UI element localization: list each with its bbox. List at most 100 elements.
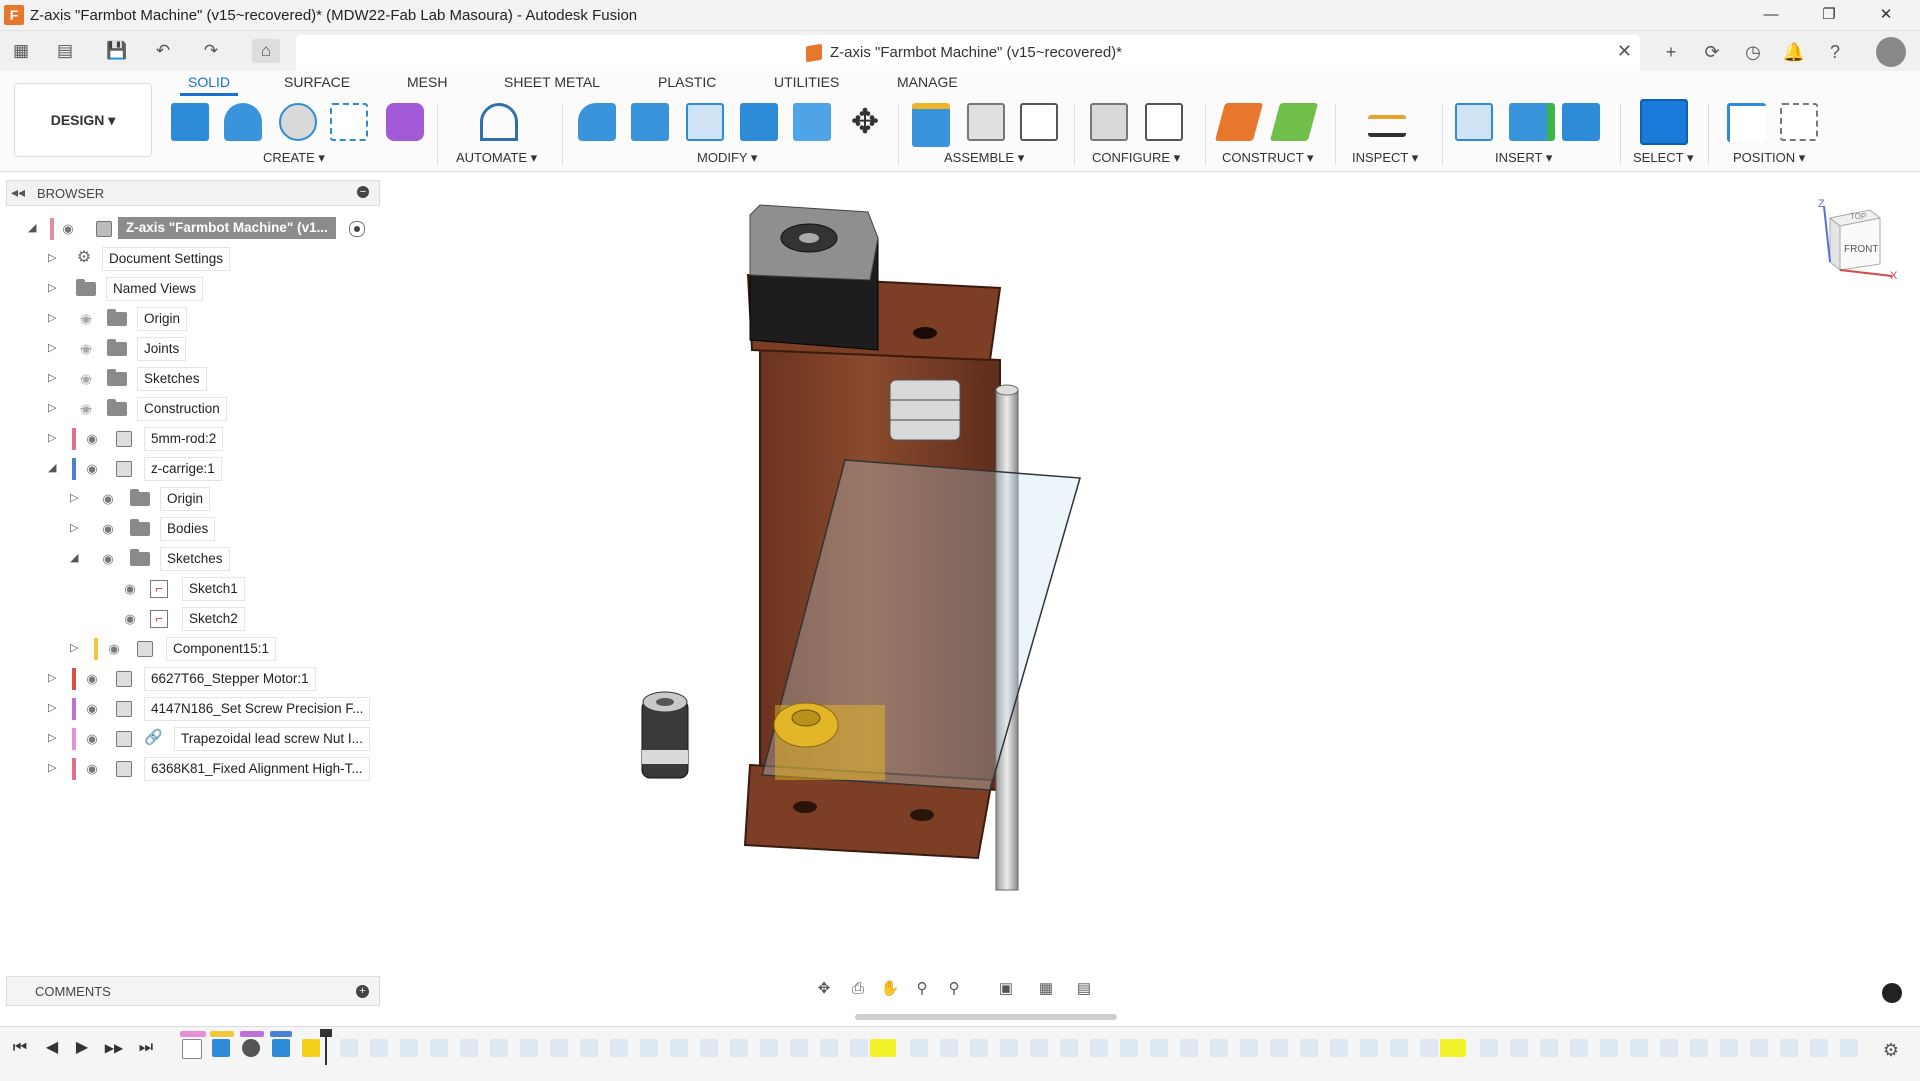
- hidden-eye-icon[interactable]: ◉: [76, 310, 96, 328]
- close-tab-icon[interactable]: ✕: [1617, 41, 1632, 62]
- press-pull-icon[interactable]: [631, 103, 669, 141]
- timeline-extrude-icon[interactable]: [272, 1039, 290, 1057]
- timeline-feature-icon[interactable]: [1330, 1039, 1348, 1057]
- expanded-caret-icon[interactable]: ◢: [48, 461, 56, 474]
- document-tab[interactable]: Z-axis "Farmbot Machine" (v15~recovered)…: [296, 35, 1640, 71]
- tree-item[interactable]: ▷ ◉ 4147N186_Set Screw Precision F...: [0, 696, 380, 722]
- shell-icon[interactable]: [686, 103, 724, 141]
- notifications-icon[interactable]: 🔔: [1781, 39, 1807, 65]
- tree-item[interactable]: ◢ ◉ Sketches: [0, 546, 380, 572]
- visibility-eye-icon[interactable]: ◉: [82, 670, 102, 688]
- timeline-extrude-icon[interactable]: [212, 1039, 230, 1057]
- grid-settings-icon[interactable]: ▦: [1034, 978, 1058, 1000]
- timeline-previous-button[interactable]: ◀: [40, 1037, 64, 1059]
- timeline-feature-icon[interactable]: [1480, 1039, 1498, 1057]
- timeline-end-button[interactable]: ⏭: [134, 1037, 158, 1059]
- timeline-feature-icon[interactable]: [1600, 1039, 1618, 1057]
- group-modify[interactable]: MODIFY ▾: [697, 150, 757, 166]
- zoom-window-icon[interactable]: ⚲: [942, 978, 966, 1000]
- collapsed-caret-icon[interactable]: ▷: [48, 341, 56, 354]
- insert-derive-icon[interactable]: [1455, 103, 1493, 141]
- timeline-feature-icon[interactable]: [460, 1039, 478, 1057]
- timeline-feature-icon[interactable]: [1570, 1039, 1588, 1057]
- timeline-feature-icon[interactable]: [340, 1039, 358, 1057]
- measure-icon[interactable]: [1368, 115, 1406, 137]
- timeline-marker[interactable]: [320, 1029, 332, 1065]
- shaft-coupler[interactable]: [889, 379, 961, 441]
- timeline-feature-icon[interactable]: [1240, 1039, 1258, 1057]
- activate-radio-icon[interactable]: [349, 221, 365, 237]
- undo-icon[interactable]: ↶: [146, 39, 180, 63]
- timeline-feature-icon[interactable]: [1000, 1039, 1018, 1057]
- tree-item[interactable]: ▷ ◉ 5mm-rod:2: [0, 426, 380, 452]
- group-configure[interactable]: CONFIGURE ▾: [1092, 150, 1180, 166]
- create-sketch-extrude-icon[interactable]: [171, 103, 209, 141]
- visibility-eye-icon[interactable]: ◉: [120, 610, 140, 628]
- timeline-feature-icon[interactable]: [1030, 1039, 1048, 1057]
- save-icon[interactable]: 💾: [104, 39, 130, 63]
- timeline-scrollbar[interactable]: [855, 1014, 1117, 1020]
- timeline-feature-icon[interactable]: [1360, 1039, 1378, 1057]
- tab-solid[interactable]: SOLID: [179, 74, 239, 96]
- timeline-highlighted-feature-icon[interactable]: [870, 1039, 896, 1057]
- new-component-icon[interactable]: [912, 103, 950, 147]
- timeline-feature-icon[interactable]: [430, 1039, 448, 1057]
- orbit-icon[interactable]: ✥: [812, 978, 836, 1000]
- collapsed-caret-icon[interactable]: ▷: [70, 641, 78, 654]
- close-window-button[interactable]: ✕: [1862, 2, 1910, 28]
- tree-item[interactable]: ▷ ◉ Sketches: [0, 366, 380, 392]
- tab-sheet-metal[interactable]: SHEET METAL: [504, 74, 600, 90]
- group-inspect[interactable]: INSPECT ▾: [1352, 150, 1418, 166]
- timeline-start-button[interactable]: ⏮: [8, 1037, 32, 1059]
- timeline-feature-icon[interactable]: [640, 1039, 658, 1057]
- tree-item[interactable]: ▷ ◉ 6627T66_Stepper Motor:1: [0, 666, 380, 692]
- tree-item[interactable]: ▷ ◉ Origin: [0, 486, 380, 512]
- visibility-eye-icon[interactable]: ◉: [82, 730, 102, 748]
- tree-item[interactable]: ▷ Named Views: [0, 276, 380, 302]
- timeline-feature-icon[interactable]: [1060, 1039, 1078, 1057]
- timeline-feature-icon[interactable]: [1840, 1039, 1858, 1057]
- timeline-feature-icon[interactable]: [760, 1039, 778, 1057]
- tab-mesh[interactable]: MESH: [407, 74, 447, 90]
- visibility-eye-icon[interactable]: ◉: [82, 760, 102, 778]
- timeline-feature-icon[interactable]: [730, 1039, 748, 1057]
- collapsed-caret-icon[interactable]: ▷: [48, 731, 56, 744]
- timeline-active-feature-icon[interactable]: [302, 1039, 320, 1057]
- midplane-icon[interactable]: [1269, 103, 1319, 141]
- timeline-feature-icon[interactable]: [1210, 1039, 1228, 1057]
- comments-panel[interactable]: COMMENTS +: [6, 976, 380, 1006]
- timeline-feature-icon[interactable]: [520, 1039, 538, 1057]
- timeline-feature-icon[interactable]: [1720, 1039, 1738, 1057]
- home-icon[interactable]: ⌂: [252, 39, 280, 63]
- timeline-feature-icon[interactable]: [580, 1039, 598, 1057]
- automate-icon[interactable]: [480, 103, 518, 141]
- group-position[interactable]: POSITION ▾: [1733, 150, 1805, 166]
- minimize-button[interactable]: —: [1747, 2, 1795, 28]
- file-menu-icon[interactable]: ▤: [48, 39, 82, 63]
- tab-surface[interactable]: SURFACE: [284, 74, 350, 90]
- browser-minimize-icon[interactable]: −: [357, 186, 369, 198]
- data-panel-grid-icon[interactable]: ▦: [8, 39, 34, 63]
- timeline-feature-icon[interactable]: [970, 1039, 988, 1057]
- collapsed-caret-icon[interactable]: ▷: [48, 311, 56, 324]
- display-settings-icon[interactable]: ▣: [994, 978, 1018, 1000]
- workspace-switcher-button[interactable]: DESIGN ▾: [14, 83, 152, 157]
- timeline-feature-icon[interactable]: [1630, 1039, 1648, 1057]
- tree-item[interactable]: ▷ ◉ Joints: [0, 336, 380, 362]
- timeline-feature-icon[interactable]: [1180, 1039, 1198, 1057]
- timeline-feature-icon[interactable]: [1420, 1039, 1438, 1057]
- timeline-feature-icon[interactable]: [490, 1039, 508, 1057]
- tab-manage[interactable]: MANAGE: [897, 74, 958, 90]
- tab-utilities[interactable]: UTILITIES: [774, 74, 839, 90]
- timeline-feature-icon[interactable]: [820, 1039, 838, 1057]
- tree-root[interactable]: ◢ ◉ Z-axis "Farmbot Machine" (v1...: [0, 216, 380, 242]
- collapsed-caret-icon[interactable]: ▷: [48, 671, 56, 684]
- visibility-eye-icon[interactable]: ◉: [98, 490, 118, 508]
- timeline-feature-icon[interactable]: [1120, 1039, 1138, 1057]
- timeline-joint-icon[interactable]: [242, 1039, 260, 1057]
- group-insert[interactable]: INSERT ▾: [1495, 150, 1552, 166]
- timeline-feature-icon[interactable]: [910, 1039, 928, 1057]
- visibility-eye-icon[interactable]: ◉: [98, 520, 118, 538]
- collapsed-caret-icon[interactable]: ▷: [48, 251, 56, 264]
- visibility-eye-icon[interactable]: ◉: [82, 460, 102, 478]
